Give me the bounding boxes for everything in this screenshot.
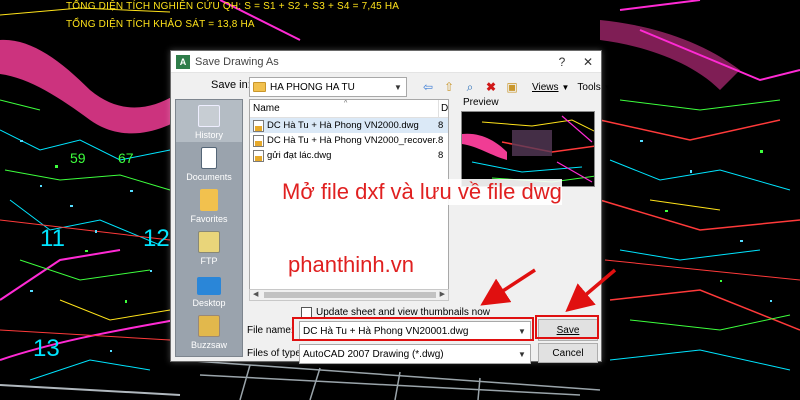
views-chevron-icon[interactable]: ▼ <box>562 83 570 92</box>
cad-title-line-1: TỔNG DIỆN TÍCH NGHIÊN CỨU QH: S = S1 + S… <box>66 1 400 12</box>
sort-caret-icon: ^ <box>344 100 348 107</box>
place-label: Buzzsaw <box>190 340 227 350</box>
file-name: DC Hà Tu + Hà Phong VN2000.dwg <box>267 120 419 131</box>
place-label: History <box>194 130 223 140</box>
favorites-icon <box>200 189 218 211</box>
views-menu[interactable]: Views <box>532 82 559 93</box>
tools-chevron-icon[interactable]: ▼ <box>604 83 612 92</box>
scrollbar-thumb[interactable] <box>264 292 436 298</box>
dialog-title: Save Drawing As <box>195 55 279 68</box>
file-row[interactable]: DC Hà Tu + Hà Phong VN2000.dwg 8 <box>250 118 448 133</box>
file-size: 8 <box>438 120 444 131</box>
tools-menu[interactable]: Tools <box>577 82 600 93</box>
preview-panel: Preview <box>457 97 599 189</box>
watermark-text: phanthinh.vn <box>288 252 414 277</box>
places-bar: History Documents Favorites FTP Desktop … <box>175 99 243 357</box>
ftp-icon <box>198 231 220 253</box>
file-name-label: File name: <box>247 325 294 336</box>
place-label: Favorites <box>190 214 228 224</box>
file-size: 8 <box>438 150 444 161</box>
delete-icon[interactable]: ✖ <box>482 78 500 96</box>
cad-label: 12 <box>143 225 170 252</box>
place-history[interactable]: History <box>176 100 242 142</box>
desktop-icon <box>197 277 221 295</box>
drawing-preview-thumbnail <box>461 111 595 187</box>
place-label: Desktop <box>192 298 226 308</box>
dwg-file-icon <box>253 119 264 132</box>
search-web-icon[interactable]: ⌕ <box>461 78 479 96</box>
preview-label: Preview <box>463 97 499 108</box>
history-icon <box>198 105 220 127</box>
dwg-file-icon <box>253 134 264 147</box>
cad-label: 11 <box>40 225 65 252</box>
place-desktop[interactable]: Desktop <box>176 268 242 310</box>
save-highlight-box <box>535 315 599 339</box>
instruction-caption: Mở file dxf và lưu về file dwg <box>282 179 562 205</box>
file-name: gửi đạt lác.dwg <box>267 150 332 161</box>
file-name: DC Hà Tu + Hà Phong VN2000_recover.dwg <box>267 135 438 146</box>
documents-icon <box>201 147 217 169</box>
file-type-dropdown[interactable]: AutoCAD 2007 Drawing (*.dwg) ▼ <box>299 344 531 364</box>
scroll-left-icon[interactable]: ◀ <box>253 290 258 298</box>
new-folder-icon[interactable]: ▣ <box>503 78 521 96</box>
file-list-horizontal-scrollbar[interactable]: ◀ ▶ <box>249 289 449 301</box>
folder-icon <box>253 82 266 92</box>
scroll-right-icon[interactable]: ▶ <box>440 290 445 298</box>
chevron-down-icon: ▼ <box>394 82 402 92</box>
help-button[interactable]: ? <box>549 51 575 73</box>
place-label: FTP <box>200 256 218 266</box>
save-in-dropdown[interactable]: HA PHONG HA TU ▼ <box>249 77 407 97</box>
back-icon[interactable]: ⇦ <box>419 78 437 96</box>
cancel-button[interactable]: Cancel <box>538 343 598 363</box>
save-in-value: HA PHONG HA TU <box>270 81 355 93</box>
place-ftp[interactable]: FTP <box>176 226 242 268</box>
cad-label: 67 <box>118 150 134 166</box>
chevron-down-icon: ▼ <box>518 349 526 359</box>
file-row[interactable]: gửi đạt lác.dwg 8 <box>250 148 448 163</box>
close-button[interactable]: ✕ <box>575 51 601 73</box>
size-column-header[interactable]: D <box>438 100 448 117</box>
cad-label: 13 <box>33 335 60 362</box>
file-name-highlight-box <box>292 317 534 341</box>
up-folder-icon[interactable]: ⇧ <box>440 78 458 96</box>
place-buzzsaw[interactable]: Buzzsaw <box>176 310 242 352</box>
file-type-label: Files of type: <box>247 348 304 359</box>
file-size: 8 <box>438 135 444 146</box>
save-in-label: Save in: <box>211 79 251 91</box>
place-documents[interactable]: Documents <box>176 142 242 184</box>
buzzsaw-icon <box>198 315 220 337</box>
dialog-titlebar[interactable]: A Save Drawing As ? ✕ <box>171 51 601 73</box>
cad-title-line-2: TỔNG DIỆN TÍCH KHẢO SÁT = 13,8 HA <box>66 19 255 30</box>
dwg-file-icon <box>253 149 264 162</box>
file-type-value: AutoCAD 2007 Drawing (*.dwg) <box>303 348 444 360</box>
file-row[interactable]: DC Hà Tu + Hà Phong VN2000_recover.dwg 8 <box>250 133 448 148</box>
cad-label: 59 <box>70 150 86 166</box>
cancel-button-label: Cancel <box>552 347 584 359</box>
place-label: Documents <box>186 172 232 182</box>
place-favorites[interactable]: Favorites <box>176 184 242 226</box>
autocad-app-icon: A <box>176 54 190 69</box>
